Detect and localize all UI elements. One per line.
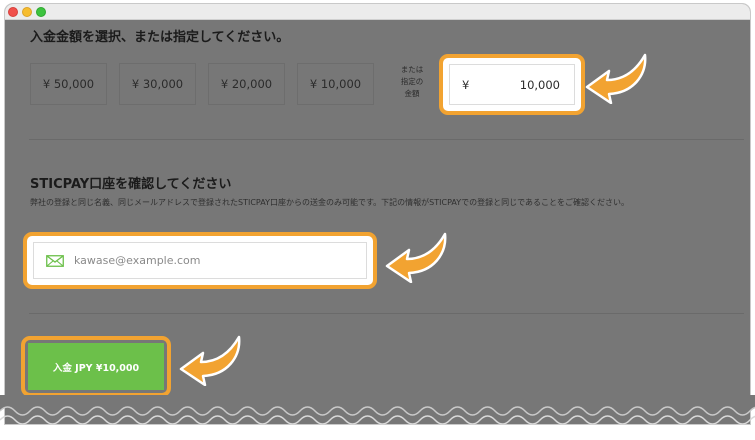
preset-amount-30000[interactable]: ¥ 30,000	[119, 63, 196, 105]
amount-heading: 入金金額を選択、または指定してください。	[30, 30, 290, 45]
section-divider	[29, 313, 744, 314]
account-note: 弊社の登録と同じ名義、同じメールアドレスで登録されたSTICPAY口座からの送金…	[30, 198, 630, 207]
maximize-window-button[interactable]	[36, 7, 46, 17]
browser-window: 入金金額を選択、または指定してください。 ¥ 50,000 ¥ 30,000 ¥…	[5, 4, 750, 424]
custom-amount-label-line: 金額	[404, 89, 420, 98]
deposit-submit-button[interactable]: 入金 JPY ¥10,000	[28, 343, 164, 390]
mail-icon	[46, 254, 64, 267]
submit-highlight: 入金 JPY ¥10,000	[21, 336, 171, 397]
currency-symbol: ¥	[462, 77, 470, 92]
preset-amount-50000[interactable]: ¥ 50,000	[30, 63, 107, 105]
torn-edge-decoration	[0, 395, 755, 425]
arrow-pointer-icon	[179, 335, 241, 386]
email-highlight: kawase@example.com	[23, 232, 377, 289]
close-window-button[interactable]	[8, 7, 18, 17]
custom-amount-value: 10,000	[519, 77, 560, 92]
preset-amount-20000[interactable]: ¥ 20,000	[208, 63, 285, 105]
torn-edge-fill	[0, 395, 755, 415]
custom-amount-label-line: または	[400, 65, 424, 74]
custom-amount-input[interactable]: ¥ 10,000	[449, 64, 575, 105]
window-titlebar	[5, 4, 750, 20]
custom-amount-highlight: ¥ 10,000	[439, 54, 585, 115]
email-field[interactable]: kawase@example.com	[33, 242, 367, 279]
minimize-window-button[interactable]	[22, 7, 32, 17]
arrow-pointer-icon	[585, 53, 647, 104]
section-divider	[29, 139, 744, 140]
arrow-pointer-icon	[385, 232, 447, 283]
custom-amount-label-line: 指定の	[400, 77, 424, 86]
email-placeholder: kawase@example.com	[74, 254, 201, 267]
custom-amount-label: または 指定の 金額	[390, 64, 434, 100]
torn-edge-line	[0, 415, 755, 425]
account-heading: STICPAY口座を確認してください	[30, 177, 232, 192]
preset-amount-10000[interactable]: ¥ 10,000	[297, 63, 374, 105]
